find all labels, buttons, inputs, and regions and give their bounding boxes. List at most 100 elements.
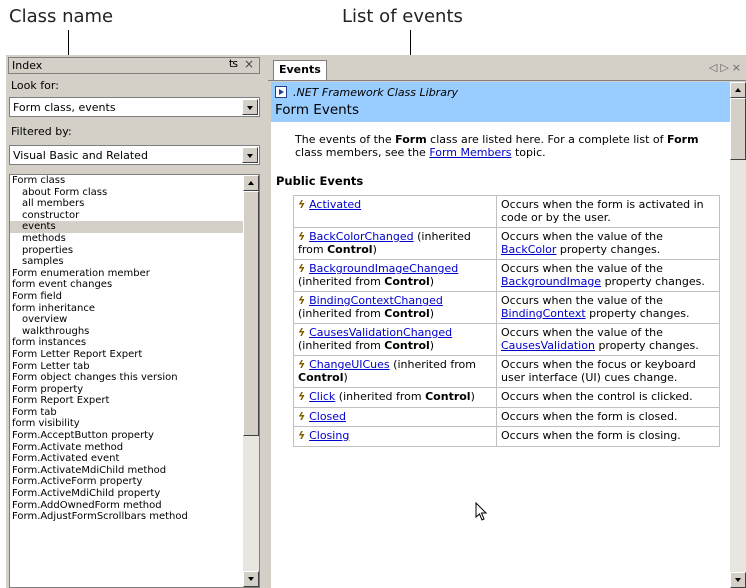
inherited-text: ): [343, 370, 348, 384]
event-link[interactable]: CausesValidationChanged: [309, 326, 452, 339]
event-row: ϟ Activated Occurs when the form is activ…: [293, 195, 720, 228]
tab-strip: Events ◁▷×: [268, 55, 746, 81]
index-list-item[interactable]: all members: [10, 198, 259, 210]
event-bolt-icon: ϟ: [298, 409, 310, 423]
event-description: Occurs when the value of the: [501, 326, 663, 339]
index-list-item[interactable]: overview: [10, 314, 259, 326]
scroll-down-button[interactable]: [730, 572, 746, 588]
index-list-item[interactable]: form instances: [10, 337, 259, 349]
index-list-item[interactable]: Form.ActivateMdiChild method: [10, 465, 259, 477]
index-pane-title: Index: [12, 59, 43, 72]
close-icon[interactable]: ×: [244, 57, 254, 71]
event-name-cell: ϟ Closing: [293, 426, 497, 447]
index-list-item[interactable]: Form.ActiveForm property: [10, 476, 259, 488]
pin-icon[interactable]: ʦ: [229, 57, 238, 70]
index-list-item[interactable]: Form.Activate method: [10, 442, 259, 454]
index-list-item[interactable]: Form.ActiveMdiChild property: [10, 488, 259, 500]
index-list-item[interactable]: form inheritance: [10, 303, 259, 315]
event-description: Occurs when the value of the: [501, 262, 663, 275]
index-list-item[interactable]: Form tab: [10, 407, 259, 419]
event-link[interactable]: Click: [309, 390, 335, 403]
index-list-item[interactable]: form visibility: [10, 418, 259, 430]
index-list-item[interactable]: methods: [10, 233, 259, 245]
event-bolt-icon: ϟ: [298, 230, 310, 243]
scroll-thumb[interactable]: [243, 191, 259, 436]
event-link[interactable]: Closed: [309, 410, 346, 423]
event-description-cell: Occurs when the value of the BackColor p…: [496, 227, 720, 260]
event-row: ϟ ChangeUICues (inherited from Control) O…: [293, 355, 720, 388]
event-bolt-icon: ϟ: [298, 429, 310, 442]
index-list-item[interactable]: Form field: [10, 291, 259, 303]
index-list-item[interactable]: Form Letter Report Expert: [10, 349, 259, 361]
index-list-item[interactable]: samples: [10, 256, 259, 268]
index-list-item[interactable]: Form.AddOwnedForm method: [10, 500, 259, 512]
index-list-item[interactable]: Form.AdjustFormScrollbars method: [10, 511, 259, 523]
intro-text: class members, see the: [295, 146, 430, 159]
inherited-text: (inherited from: [298, 306, 385, 320]
tab-events[interactable]: Events: [273, 60, 327, 80]
event-name-cell: ϟ BackColorChanged (inherited from Contr…: [293, 227, 497, 260]
events-table: ϟ Activated Occurs when the form is activ…: [293, 195, 720, 447]
event-link[interactable]: BackColorChanged: [309, 230, 414, 243]
chevron-down-icon[interactable]: [242, 99, 258, 115]
scroll-up-button[interactable]: [243, 175, 259, 191]
property-link[interactable]: BackgroundImage: [501, 275, 601, 288]
library-icon[interactable]: [275, 86, 287, 98]
inherited-class: Control: [384, 338, 430, 352]
index-list[interactable]: Form class about Form class all members con…: [9, 174, 260, 588]
event-description: property changes.: [594, 338, 699, 352]
index-list-item[interactable]: Form.AcceptButton property: [10, 430, 259, 442]
event-description-cell: Occurs when the value of the CausesValid…: [496, 323, 720, 356]
page-title: Form Events: [275, 102, 360, 118]
index-pane-header: Index ʦ ×: [8, 57, 260, 74]
event-description-cell: Occurs when the focus or keyboard user i…: [496, 355, 720, 388]
index-list-item[interactable]: walkthroughs: [10, 326, 259, 338]
index-list-item[interactable]: form event changes: [10, 279, 259, 291]
index-list-item[interactable]: Form class: [10, 175, 259, 187]
event-row: ϟ BackgroundImageChanged (inherited from…: [293, 259, 720, 292]
property-link[interactable]: CausesValidation: [501, 339, 595, 352]
index-list-item[interactable]: Form Letter tab: [10, 361, 259, 373]
index-list-item[interactable]: Form.Activated event: [10, 453, 259, 465]
event-link[interactable]: BindingContextChanged: [309, 294, 443, 307]
event-row: ϟ Closing Occurs when the form is closing…: [293, 426, 720, 447]
chevron-down-icon[interactable]: [242, 147, 258, 163]
scroll-up-button[interactable]: [730, 82, 746, 98]
property-link[interactable]: BindingContext: [501, 307, 586, 320]
event-link[interactable]: ChangeUICues: [309, 358, 390, 371]
index-list-item[interactable]: properties: [10, 245, 259, 257]
event-description: Occurs when the form is closed.: [501, 409, 678, 423]
property-link[interactable]: BackColor: [501, 243, 556, 256]
event-description: Occurs when the focus or keyboard user i…: [501, 358, 696, 384]
index-scrollbar[interactable]: [243, 175, 259, 587]
index-list-item[interactable]: Form enumeration member: [10, 268, 259, 280]
event-bolt-icon: ϟ: [298, 198, 310, 211]
event-bolt-icon: ϟ: [298, 294, 310, 307]
inherited-text: (inherited from: [335, 390, 426, 403]
inherited-class: Control: [327, 242, 373, 256]
index-list-item[interactable]: Form property: [10, 384, 259, 396]
event-link[interactable]: Closing: [309, 429, 349, 442]
filtered-by-select[interactable]: Visual Basic and Related: [9, 145, 260, 165]
event-description: property changes.: [601, 274, 705, 288]
index-list-item[interactable]: constructor: [10, 210, 259, 222]
index-list-item[interactable]: about Form class: [10, 187, 259, 199]
index-list-item[interactable]: Form Report Expert: [10, 395, 259, 407]
event-description: Occurs when the value of the: [501, 294, 663, 307]
inherited-text: ): [372, 242, 377, 256]
event-row: ϟ Click (inherited from Control) Occurs w…: [293, 387, 720, 408]
event-description-cell: Occurs when the value of the BindingCont…: [496, 291, 720, 324]
index-pane: Index ʦ × Look for: Form class, events F…: [6, 55, 263, 588]
form-members-link[interactable]: Form Members: [429, 146, 511, 159]
index-list-item[interactable]: events: [10, 221, 259, 233]
scroll-down-button[interactable]: [243, 571, 259, 587]
index-list-item[interactable]: Form object changes this version: [10, 372, 259, 384]
tab-nav-controls[interactable]: ◁▷×: [709, 61, 744, 74]
event-link[interactable]: Activated: [309, 198, 361, 211]
look-for-field[interactable]: Form class, events: [9, 97, 260, 117]
event-bolt-icon: ϟ: [298, 326, 310, 339]
scroll-thumb[interactable]: [730, 98, 746, 160]
event-description-cell: Occurs when the value of the BackgroundI…: [496, 259, 720, 292]
topic-scrollbar[interactable]: [730, 82, 746, 588]
event-link[interactable]: BackgroundImageChanged: [309, 262, 458, 275]
